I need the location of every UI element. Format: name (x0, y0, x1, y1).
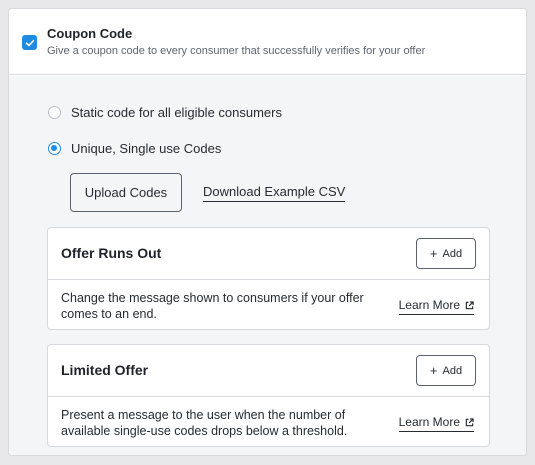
radio-static-code[interactable]: Static code for all eligible consumers (48, 103, 282, 121)
limited-offer-add-button[interactable]: + Add (416, 355, 476, 386)
learn-more-label: Learn More (398, 415, 460, 429)
check-icon (25, 39, 34, 46)
coupon-code-options: Static code for all eligible consumers U… (9, 76, 526, 455)
limited-offer-body: Present a message to the user when the n… (48, 397, 489, 446)
external-link-icon (465, 417, 474, 427)
radio-unique-codes-label: Unique, Single use Codes (71, 140, 222, 156)
download-example-csv-link[interactable]: Download Example CSV (203, 184, 346, 202)
offer-runs-out-title: Offer Runs Out (61, 245, 162, 261)
coupon-code-header: Coupon Code Give a coupon code to every … (9, 9, 526, 75)
add-button-label: Add (442, 247, 463, 260)
offer-runs-out-header: Offer Runs Out + Add (48, 228, 489, 280)
learn-more-label: Learn More (398, 298, 460, 312)
plus-icon: + (429, 246, 438, 261)
radio-button-checked[interactable] (48, 141, 61, 155)
add-button-label: Add (442, 364, 463, 377)
limited-offer-header: Limited Offer + Add (48, 345, 489, 397)
coupon-code-description: Give a coupon code to every consumer tha… (47, 45, 426, 57)
coupon-code-title: Coupon Code (47, 26, 133, 41)
radio-button-unchecked[interactable] (48, 105, 61, 119)
limited-offer-description: Present a message to the user when the n… (61, 408, 348, 438)
upload-codes-button[interactable]: Upload Codes (70, 173, 182, 212)
external-link-icon (465, 300, 474, 310)
offer-runs-out-add-button[interactable]: + Add (416, 238, 476, 269)
offer-runs-out-learn-more-link[interactable]: Learn More (398, 298, 474, 315)
coupon-code-checkbox[interactable] (22, 35, 37, 50)
limited-offer-panel: Limited Offer + Add Present a message to… (47, 344, 490, 447)
offer-runs-out-body: Change the message shown to consumers if… (48, 280, 489, 329)
radio-static-code-label: Static code for all eligible consumers (71, 104, 282, 120)
limited-offer-title: Limited Offer (61, 362, 149, 378)
radio-unique-codes[interactable]: Unique, Single use Codes (48, 139, 221, 157)
plus-icon: + (429, 363, 438, 378)
limited-offer-learn-more-link[interactable]: Learn More (398, 415, 474, 432)
offer-runs-out-panel: Offer Runs Out + Add Change the message … (47, 227, 490, 330)
offer-runs-out-description: Change the message shown to consumers if… (61, 291, 364, 321)
coupon-code-card: Coupon Code Give a coupon code to every … (8, 8, 527, 456)
